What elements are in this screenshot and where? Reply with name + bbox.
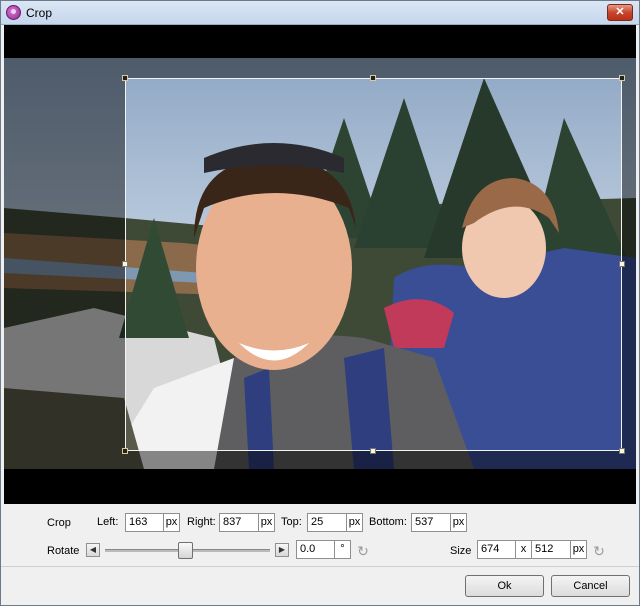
crop-section-label: Crop [47,517,71,529]
left-unit: px [163,513,180,532]
right-unit: px [258,513,275,532]
rotate-decrease-button[interactable]: ◀ [86,543,100,557]
crop-rectangle[interactable] [125,78,622,451]
rotate-unit: ° [334,540,351,559]
rotate-label: Rotate [47,545,80,557]
crop-handle-bottom[interactable] [370,448,376,454]
size-separator: x [515,540,532,559]
crop-handle-bottom-right[interactable] [619,448,625,454]
rotate-slider-thumb[interactable] [178,542,193,559]
window-title: Crop [26,6,53,20]
ok-button[interactable]: Ok [465,575,544,597]
close-button[interactable]: ✕ [607,4,633,21]
crop-shade-left [4,58,125,469]
crop-handle-left[interactable] [122,261,128,267]
size-unit: px [570,540,587,559]
rotate-reset-icon[interactable]: ↻ [356,544,370,558]
bottom-label: Bottom: [369,516,407,528]
bottom-unit: px [450,513,467,532]
button-bar: Ok Cancel [1,566,639,606]
crop-handle-top[interactable] [370,75,376,81]
app-icon [6,5,21,20]
rotate-input[interactable]: 0.0 [296,540,335,559]
left-label: Left: [97,516,119,528]
controls-panel: Crop Left: 163 px Right: 837 px Top: 25 … [1,504,639,566]
crop-dialog: Crop ✕ Crop Left: 163 px Right: 837 px T… [0,0,640,606]
top-label: Top: [281,516,302,528]
crop-handle-bottom-left[interactable] [122,448,128,454]
size-reset-icon[interactable]: ↻ [592,544,606,558]
crop-handle-right[interactable] [619,261,625,267]
crop-handle-top-left[interactable] [122,75,128,81]
cancel-button[interactable]: Cancel [551,575,630,597]
image-canvas[interactable] [4,25,636,504]
close-icon: ✕ [615,6,625,18]
top-input[interactable]: 25 [307,513,347,532]
size-label: Size [450,545,472,557]
top-unit: px [346,513,363,532]
right-label: Right: [187,516,216,528]
rotate-increase-button[interactable]: ▶ [275,543,289,557]
crop-handle-top-right[interactable] [619,75,625,81]
left-input[interactable]: 163 [125,513,164,532]
size-width-input[interactable]: 674 [477,540,516,559]
bottom-input[interactable]: 537 [411,513,451,532]
right-input[interactable]: 837 [219,513,259,532]
size-height-input[interactable]: 512 [531,540,571,559]
title-bar[interactable]: Crop ✕ [1,1,639,25]
